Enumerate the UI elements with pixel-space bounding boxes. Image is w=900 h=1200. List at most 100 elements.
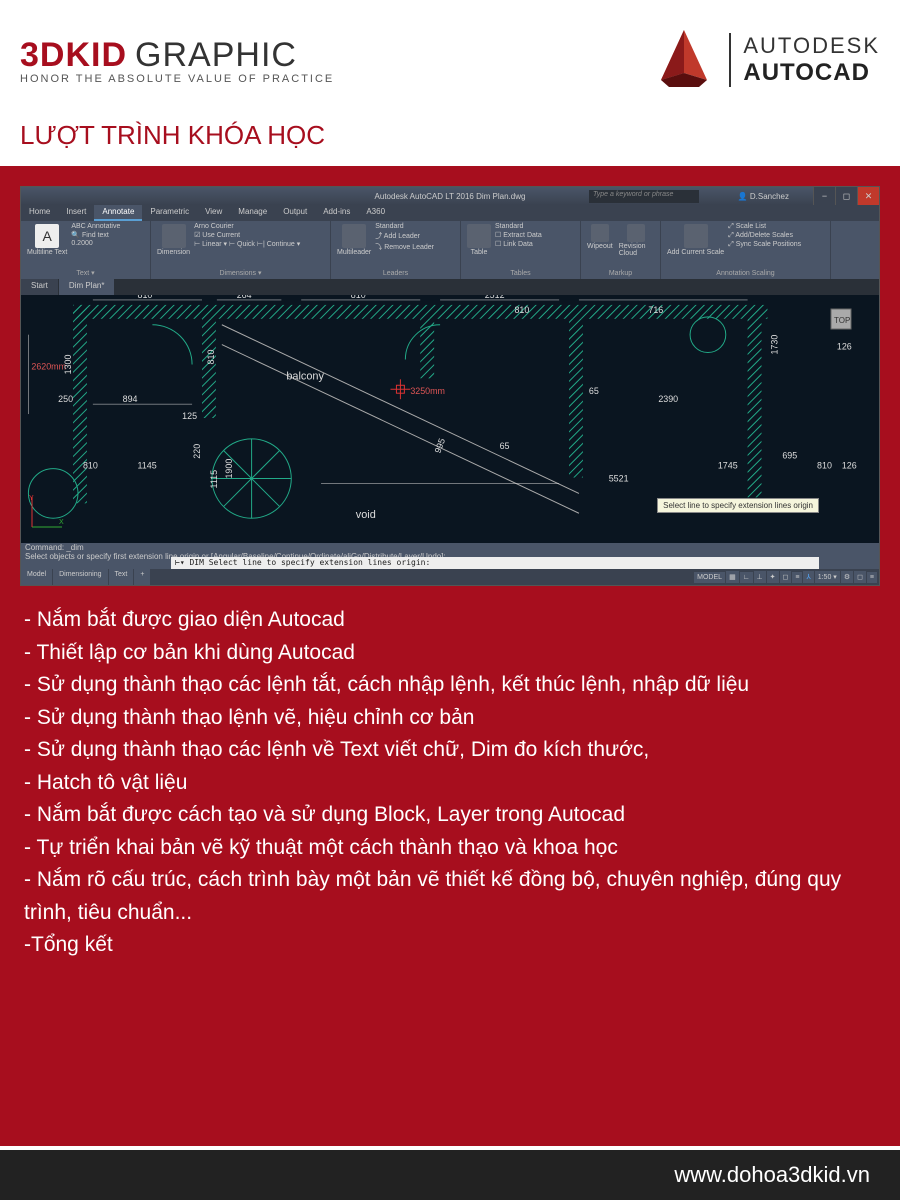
- ucs-icon: XY: [27, 492, 67, 537]
- tab-output[interactable]: Output: [275, 205, 315, 221]
- tab-view[interactable]: View: [197, 205, 230, 221]
- layout-dim[interactable]: Dimensioning: [53, 569, 107, 585]
- autocad-logo: AUTODESK AUTOCAD: [649, 25, 880, 95]
- tab-start[interactable]: Start: [21, 279, 58, 295]
- autocad-icon: [649, 25, 719, 95]
- maximize-button[interactable]: ◻: [835, 187, 857, 205]
- panel-leaders: Multileader Standard⤴ Add Leader⤵ Remove…: [331, 221, 461, 279]
- tab-annotate[interactable]: Annotate: [94, 205, 142, 221]
- table-button[interactable]: Table: [465, 223, 493, 270]
- tab-home[interactable]: Home: [21, 205, 58, 221]
- svg-text:250: 250: [58, 394, 73, 404]
- cloud-icon: [627, 224, 645, 242]
- status-model[interactable]: MODEL: [694, 572, 725, 583]
- brand-logo: 3DKIDGRAPHIC HONOR THE ABSOLUTE VALUE OF…: [20, 36, 334, 85]
- bullet-item: - Sử dụng thành thạo các lệnh tắt, cách …: [24, 669, 876, 702]
- tab-insert[interactable]: Insert: [58, 205, 94, 221]
- layout-text[interactable]: Text: [109, 569, 134, 585]
- svg-text:810: 810: [514, 305, 529, 315]
- scale-icon: [684, 224, 708, 248]
- status-osnap-icon[interactable]: ◻: [780, 571, 792, 583]
- svg-text:1730: 1730: [769, 335, 779, 355]
- panel-markup: Wipeout Revision Cloud Markup: [581, 221, 661, 279]
- bullet-item: - Hatch tô vật liệu: [24, 767, 876, 800]
- svg-text:810: 810: [817, 461, 832, 471]
- minimize-button[interactable]: −: [813, 187, 835, 205]
- tab-addins[interactable]: Add-ins: [315, 205, 358, 221]
- svg-text:2620mm: 2620mm: [31, 361, 66, 371]
- status-max-icon[interactable]: ◻: [854, 571, 866, 583]
- svg-text:220: 220: [192, 444, 202, 459]
- svg-text:894: 894: [123, 394, 138, 404]
- layout-model[interactable]: Model: [21, 569, 52, 585]
- revcloud-button[interactable]: Revision Cloud: [617, 223, 656, 270]
- svg-text:810: 810: [351, 295, 366, 300]
- course-outline: - Nắm bắt được giao diện Autocad - Thiết…: [20, 604, 880, 962]
- status-gear-icon[interactable]: ⚙: [841, 571, 853, 583]
- wipeout-button[interactable]: Wipeout: [585, 223, 615, 270]
- add-scale-button[interactable]: Add Current Scale: [665, 223, 726, 270]
- drawing-canvas[interactable]: 810 264 810 2512 810 716 126 1730 65 262…: [21, 295, 879, 543]
- status-bar: Model Dimensioning Text + MODEL ▦ ∟ ⊥ ✦ …: [21, 569, 879, 585]
- window-titlebar: Autodesk AutoCAD LT 2016 Dim Plan.dwg Ty…: [21, 187, 879, 205]
- user-label[interactable]: 👤 D.Sanchez: [738, 192, 789, 201]
- status-annoscale-icon[interactable]: ⅄: [803, 571, 813, 583]
- leader-icon: [342, 224, 366, 248]
- autocad-label: AUTOCAD: [743, 59, 880, 87]
- svg-text:125: 125: [182, 411, 197, 421]
- bullet-item: - Tự triển khai bản vẽ kỹ thuật một cách…: [24, 832, 876, 865]
- multileader-button[interactable]: Multileader: [335, 223, 373, 270]
- brand-graphic: GRAPHIC: [135, 36, 297, 74]
- panel-text: AMultiline Text ABC Annotative🔍 Find tex…: [21, 221, 151, 279]
- text-icon: A: [35, 224, 59, 248]
- viewcube[interactable]: TOP: [823, 301, 859, 337]
- svg-text:Y: Y: [29, 495, 34, 502]
- footer-url: www.dohoa3dkid.vn: [674, 1162, 870, 1188]
- svg-text:65: 65: [589, 386, 599, 396]
- tab-parametric[interactable]: Parametric: [142, 205, 197, 221]
- window-title: Autodesk AutoCAD LT 2016 Dim Plan.dwg: [375, 192, 526, 201]
- brand-3: 3: [20, 36, 40, 74]
- status-scale[interactable]: 1:50 ▾: [815, 571, 840, 583]
- svg-text:5521: 5521: [609, 473, 629, 483]
- status-polar-icon[interactable]: ✦: [767, 571, 779, 583]
- svg-text:810: 810: [83, 461, 98, 471]
- svg-text:1300: 1300: [63, 355, 73, 375]
- svg-text:3250mm: 3250mm: [410, 386, 445, 396]
- brand-tagline: HONOR THE ABSOLUTE VALUE OF PRACTICE: [20, 73, 334, 85]
- svg-text:1115: 1115: [209, 470, 219, 489]
- svg-text:810: 810: [138, 295, 153, 300]
- svg-text:1745: 1745: [718, 461, 738, 471]
- search-input[interactable]: Type a keyword or phrase: [589, 190, 699, 203]
- panel-dimensions: Dimension Arno Courier☑ Use Current⊢ Lin…: [151, 221, 331, 279]
- status-grid-icon[interactable]: ▦: [726, 571, 739, 583]
- panel-tables: Table Standard☐ Extract Data☐ Link Data …: [461, 221, 581, 279]
- content-panel: Autodesk AutoCAD LT 2016 Dim Plan.dwg Ty…: [0, 166, 900, 1146]
- ribbon-tabs: Home Insert Annotate Parametric View Man…: [21, 205, 879, 221]
- svg-text:1145: 1145: [138, 461, 157, 471]
- status-snap-icon[interactable]: ∟: [740, 572, 753, 583]
- brand-kid: KID: [65, 36, 127, 74]
- status-lwt-icon[interactable]: ≡: [792, 572, 802, 583]
- svg-text:TOP: TOP: [834, 316, 850, 325]
- dimension-button[interactable]: Dimension: [155, 223, 192, 269]
- bullet-item: -Tổng kết: [24, 929, 876, 962]
- bullet-item: - Nắm bắt được cách tạo và sử dụng Block…: [24, 799, 876, 832]
- tab-dimplan[interactable]: Dim Plan*: [59, 279, 115, 295]
- status-ortho-icon[interactable]: ⊥: [754, 571, 766, 583]
- page-header: 3DKIDGRAPHIC HONOR THE ABSOLUTE VALUE OF…: [0, 0, 900, 120]
- multiline-text-button[interactable]: AMultiline Text: [25, 223, 69, 269]
- tab-manage[interactable]: Manage: [230, 205, 275, 221]
- layout-add[interactable]: +: [134, 569, 150, 585]
- svg-text:126: 126: [837, 342, 852, 352]
- tab-a360[interactable]: A360: [358, 205, 393, 221]
- bullet-item: - Sử dụng thành thạo các lệnh về Text vi…: [24, 734, 876, 767]
- status-custom-icon[interactable]: ≡: [867, 572, 877, 583]
- svg-text:65: 65: [500, 441, 510, 451]
- close-button[interactable]: ✕: [857, 187, 879, 205]
- svg-text:2390: 2390: [658, 394, 678, 404]
- command-input[interactable]: ⊢▾ DIM Select line to specify extension …: [171, 557, 819, 569]
- page-title: LƯỢT TRÌNH KHÓA HỌC: [0, 120, 900, 166]
- bullet-item: - Nắm rõ cấu trúc, cách trình bày một bả…: [24, 864, 876, 929]
- ribbon: AMultiline Text ABC Annotative🔍 Find tex…: [21, 221, 879, 279]
